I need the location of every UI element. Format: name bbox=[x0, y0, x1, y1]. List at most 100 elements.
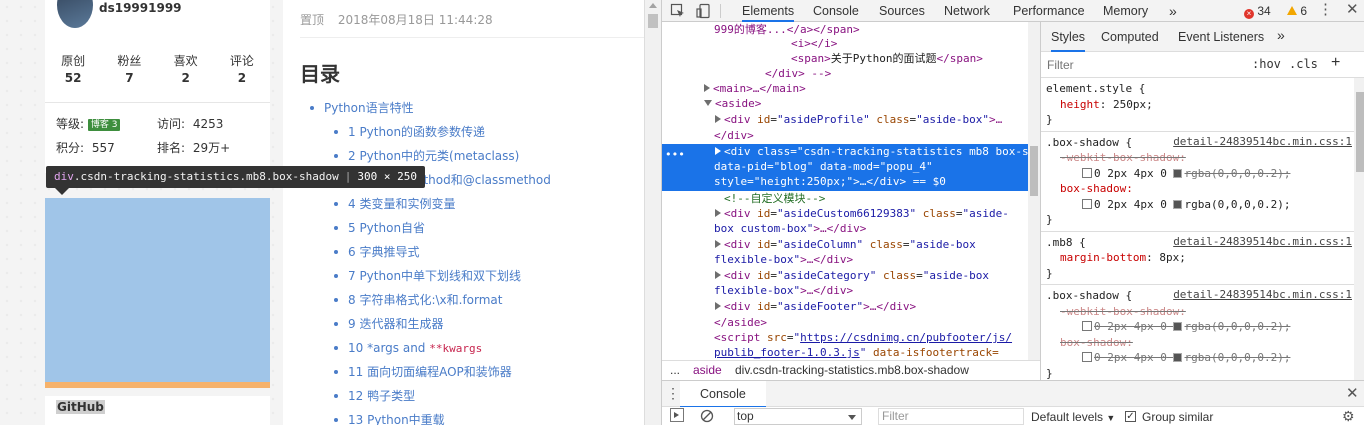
css-value[interactable]: 0 2px 4px 0 rgba(0,0,0,0.2); bbox=[1046, 197, 1350, 213]
toc-item[interactable]: 12 鸭子类型 bbox=[300, 384, 644, 408]
toc-item[interactable]: 5 Python自省 bbox=[300, 216, 644, 240]
dom-node-script[interactable]: <script src="https://csdnimg.cn/pubfoote… bbox=[714, 330, 1040, 346]
scroll-up-icon[interactable] bbox=[649, 3, 657, 8]
scrollbar-thumb[interactable] bbox=[1356, 92, 1364, 172]
tab-console-drawer[interactable]: Console bbox=[680, 381, 766, 408]
css-declaration[interactable]: height: 250px; bbox=[1046, 97, 1350, 113]
toc-item[interactable]: 6 字典推导式 bbox=[300, 240, 644, 264]
source-link[interactable]: detail-24839514bc.min.css:1 bbox=[1173, 235, 1352, 248]
stat-original: 原创 52 bbox=[45, 52, 101, 85]
dom-node[interactable]: flexible-box">…</div> bbox=[714, 252, 1040, 268]
warning-count[interactable]: 6 bbox=[1287, 4, 1307, 18]
drawer-menu-icon[interactable]: ⋮ bbox=[666, 385, 680, 402]
tab-event-listeners[interactable]: Event Listeners bbox=[1178, 30, 1264, 44]
dom-node-aside-profile[interactable]: <div id="asideProfile" class="aside-box"… bbox=[715, 112, 1040, 128]
css-declaration[interactable]: box-shadow: bbox=[1046, 181, 1350, 197]
styles-scrollbar[interactable] bbox=[1354, 78, 1364, 380]
toc-item[interactable]: 8 字符串格式化:\x和.format bbox=[300, 288, 644, 312]
page-scrollbar[interactable] bbox=[644, 0, 661, 425]
inspected-element-highlight[interactable] bbox=[45, 198, 270, 388]
source-link[interactable]: detail-24839514bc.min.css:1 bbox=[1173, 288, 1352, 301]
github-label[interactable]: GitHub bbox=[56, 400, 105, 414]
article-meta: 置顶 2018年08月18日 11:44:28 bbox=[300, 11, 493, 28]
hov-toggle[interactable]: :hov bbox=[1252, 57, 1281, 71]
selected-dom-node[interactable]: ••• <div class="csdn-tracking-statistics… bbox=[662, 144, 1040, 191]
scrollbar-thumb[interactable] bbox=[648, 14, 658, 28]
default-levels-dropdown[interactable]: Default levels ▼ bbox=[1031, 410, 1115, 424]
expand-icon bbox=[704, 84, 710, 92]
clear-console-icon[interactable] bbox=[700, 409, 714, 423]
scrollbar-thumb[interactable] bbox=[1030, 146, 1038, 196]
add-rule-icon[interactable]: + bbox=[1331, 54, 1340, 72]
tab-elements[interactable]: Elements bbox=[742, 0, 795, 22]
rank-value: 29万+ bbox=[192, 141, 231, 155]
cls-toggle[interactable]: .cls bbox=[1289, 57, 1318, 71]
avatar[interactable] bbox=[57, 0, 93, 28]
color-swatch-icon bbox=[1173, 199, 1183, 209]
dom-node-main[interactable]: <main>…</main> bbox=[704, 81, 1040, 97]
css-value[interactable]: 0 2px 4px 0 rgba(0,0,0,0.2); bbox=[1046, 319, 1350, 335]
breadcrumb-aside[interactable]: aside bbox=[693, 361, 722, 380]
styles-filter-input[interactable] bbox=[1045, 55, 1241, 75]
more-icon[interactable]: ••• bbox=[665, 148, 685, 161]
tab-network[interactable]: Network bbox=[944, 0, 990, 22]
dom-node-custom[interactable]: <div id="asideCustom66129383" class="asi… bbox=[715, 206, 1040, 222]
context-select[interactable]: top bbox=[734, 408, 862, 425]
breadcrumb-selected[interactable]: div.csdn-tracking-statistics.mb8.box-sha… bbox=[735, 361, 969, 380]
tab-console[interactable]: Console bbox=[813, 0, 859, 22]
article-date: 2018年08月18日 11:44:28 bbox=[337, 13, 493, 27]
tab-computed[interactable]: Computed bbox=[1101, 30, 1159, 44]
close-icon[interactable]: ✕ bbox=[1346, 0, 1359, 20]
toc-item[interactable]: 7 Python中单下划线和双下划线 bbox=[300, 264, 644, 288]
css-declaration-overridden[interactable]: -webkit-box-shadow: bbox=[1046, 304, 1350, 320]
source-link[interactable]: detail-24839514bc.min.css:1 bbox=[1173, 135, 1352, 148]
dom-node-aside[interactable]: <aside> bbox=[704, 96, 1040, 112]
more-tabs-icon[interactable]: » bbox=[1169, 0, 1177, 22]
toc-item[interactable]: 11 面向切面编程AOP和装饰器 bbox=[300, 360, 644, 384]
kebab-menu-icon[interactable]: ⋮ bbox=[1318, 0, 1333, 20]
breadcrumb-ellipsis[interactable]: ... bbox=[670, 361, 680, 380]
inspect-element-icon[interactable] bbox=[670, 3, 686, 19]
dom-node[interactable]: <i></i> bbox=[791, 36, 1040, 52]
dom-comment[interactable]: <!--自定义模块--> bbox=[724, 191, 1040, 207]
css-declaration[interactable]: margin-bottom: 8px; bbox=[1046, 250, 1350, 266]
toc-item[interactable]: 9 迭代器和生成器 bbox=[300, 312, 644, 336]
dom-node-category[interactable]: <div id="asideCategory" class="aside-box bbox=[715, 268, 1040, 284]
error-icon: × bbox=[1244, 9, 1254, 19]
toc-item[interactable]: 2 Python中的元类(metaclass) bbox=[300, 144, 644, 168]
dom-node[interactable]: box custom-box">…</div> bbox=[714, 221, 1040, 237]
gear-icon[interactable]: ⚙ bbox=[1342, 408, 1355, 425]
dom-node[interactable]: publib_footer-1.0.3.js" data-isfootertra… bbox=[714, 345, 1040, 360]
toc-item[interactable]: 10 *args and **kwargs bbox=[300, 336, 644, 360]
toc-item[interactable]: 1 Python的函数参数传递 bbox=[300, 120, 644, 144]
css-value[interactable]: 0 2px 4px 0 rgba(0,0,0,0.2); bbox=[1046, 166, 1350, 182]
close-drawer-icon[interactable]: ✕ bbox=[1346, 384, 1359, 402]
elements-scrollbar[interactable] bbox=[1028, 22, 1040, 360]
css-declaration-overridden[interactable]: box-shadow: bbox=[1046, 335, 1350, 351]
stat-value: 2 bbox=[181, 71, 190, 85]
dom-node[interactable]: flexible-box">…</div> bbox=[714, 283, 1040, 299]
username[interactable]: ds19991999 bbox=[99, 1, 182, 15]
dom-node[interactable]: <span>关于Python的面试题</span> bbox=[791, 51, 1040, 67]
toc-item[interactable]: 4 类变量和实例变量 bbox=[300, 192, 644, 216]
dom-node[interactable]: </aside> bbox=[714, 315, 1040, 331]
error-count[interactable]: × 34 bbox=[1244, 4, 1271, 19]
toc-item[interactable]: 13 Python中重载 bbox=[300, 408, 644, 425]
dom-node-footer[interactable]: <div id="asideFooter">…</div> bbox=[715, 299, 1040, 315]
css-value[interactable]: 0 2px 4px 0 rgba(0,0,0,0.2); bbox=[1046, 350, 1350, 366]
tab-memory[interactable]: Memory bbox=[1103, 0, 1148, 22]
tab-sources[interactable]: Sources bbox=[879, 0, 925, 22]
dom-node-column[interactable]: <div id="asideColumn" class="aside-box bbox=[715, 237, 1040, 253]
dom-node[interactable]: </div> bbox=[714, 128, 1040, 144]
console-filter-input[interactable]: Filter bbox=[878, 408, 1024, 425]
group-similar-checkbox[interactable]: ✓ bbox=[1125, 411, 1136, 422]
css-declaration-overridden[interactable]: -webkit-box-shadow: bbox=[1046, 150, 1350, 166]
sidebar-toggle-icon[interactable] bbox=[670, 408, 684, 422]
tab-performance[interactable]: Performance bbox=[1013, 0, 1085, 22]
device-toggle-icon[interactable] bbox=[696, 3, 712, 19]
tab-styles[interactable]: Styles bbox=[1051, 22, 1086, 52]
dom-node[interactable]: </div> --> bbox=[765, 66, 1040, 82]
divider bbox=[45, 102, 270, 103]
more-tabs-icon[interactable]: » bbox=[1277, 27, 1285, 43]
toc-item[interactable]: Python语言特性 bbox=[300, 96, 644, 120]
